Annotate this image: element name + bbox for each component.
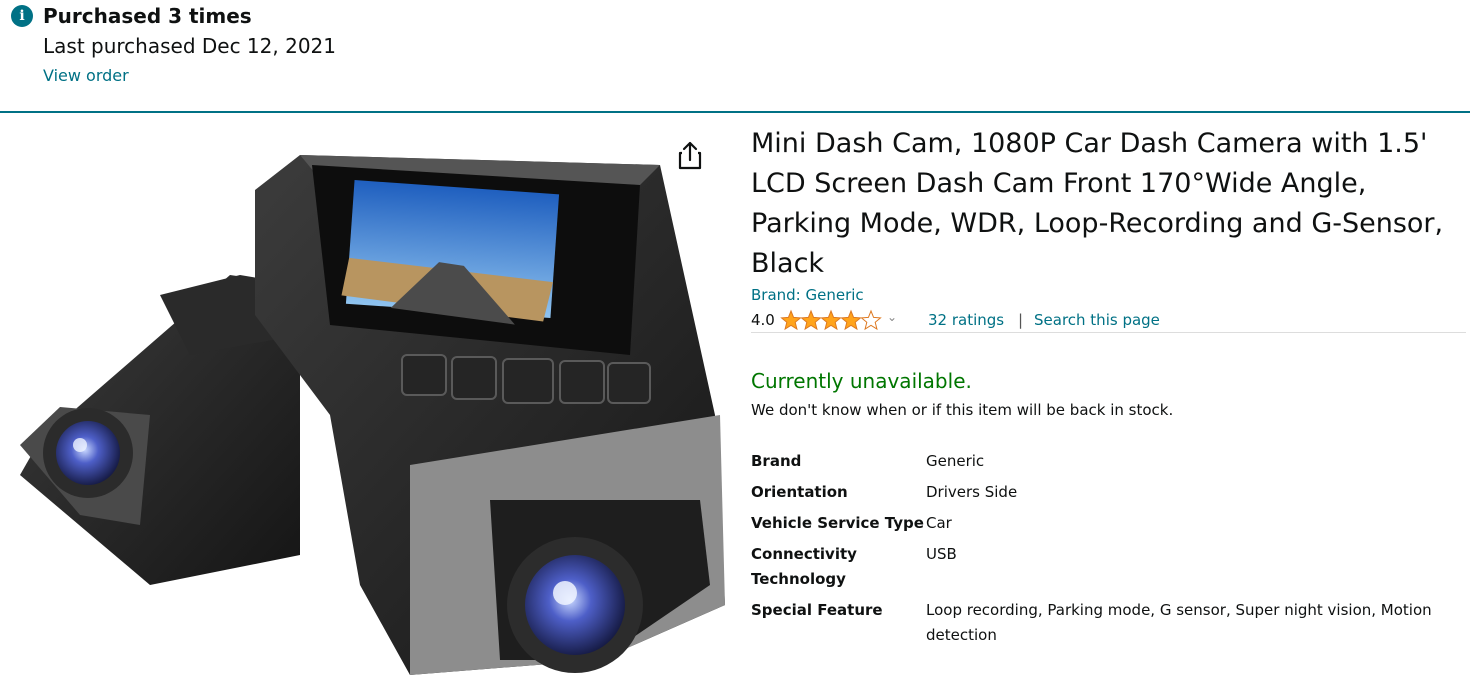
last-purchased-date: Last purchased Dec 12, 2021 xyxy=(43,34,336,58)
spec-row: Special Feature Loop recording, Parking m… xyxy=(751,598,1466,654)
star-icon xyxy=(861,310,881,330)
spec-value: Drivers Side xyxy=(926,483,1018,501)
spec-row: Orientation Drivers Side xyxy=(751,480,1466,511)
spec-value: USB xyxy=(926,545,957,563)
share-icon[interactable] xyxy=(676,141,704,171)
star-icon xyxy=(801,310,821,330)
star-icon xyxy=(781,310,801,330)
chevron-down-icon[interactable]: ⌄ xyxy=(887,310,897,324)
spec-value: Car xyxy=(926,514,952,532)
brand-store-link[interactable]: Brand: Generic xyxy=(751,286,864,304)
rating-row: 4.0 ⌄ 32 ratings | Search this page xyxy=(751,309,1466,333)
search-this-page-link[interactable]: Search this page xyxy=(1034,311,1160,329)
star-icon xyxy=(841,310,861,330)
front-camera-illustration xyxy=(255,155,725,675)
rating-value: 4.0 xyxy=(751,311,775,329)
star-icon xyxy=(821,310,841,330)
stock-note: We don't know when or if this item will … xyxy=(751,401,1174,419)
spec-key: Connectivity Technology xyxy=(751,545,857,588)
star-rating[interactable] xyxy=(780,309,884,331)
spec-key: Orientation xyxy=(751,483,848,501)
info-icon: i xyxy=(11,5,33,27)
spec-key: Special Feature xyxy=(751,601,883,619)
spec-row: Vehicle Service Type Car xyxy=(751,511,1466,542)
spec-row: Connectivity Technology USB xyxy=(751,542,1466,598)
product-specs-table: Brand Generic Orientation Drivers Side Veh… xyxy=(751,449,1466,654)
spec-row: Brand Generic xyxy=(751,449,1466,480)
product-title: Mini Dash Cam, 1080P Car Dash Camera wit… xyxy=(751,128,1444,279)
spec-key: Brand xyxy=(751,452,802,470)
spec-key: Vehicle Service Type xyxy=(751,514,924,532)
product-image[interactable] xyxy=(0,115,730,681)
spec-value: Generic xyxy=(926,452,985,470)
spec-value: Loop recording, Parking mode, G sensor, … xyxy=(926,601,1432,644)
availability-status: Currently unavailable. xyxy=(751,369,972,393)
ratings-count-link[interactable]: 32 ratings xyxy=(928,311,1004,329)
rear-camera-illustration xyxy=(20,275,300,585)
purchase-history-banner: i Purchased 3 times Last purchased Dec 1… xyxy=(0,0,1470,113)
view-order-link[interactable]: View order xyxy=(43,66,129,85)
separator: | xyxy=(1018,311,1024,329)
purchase-count: Purchased 3 times xyxy=(43,4,252,28)
